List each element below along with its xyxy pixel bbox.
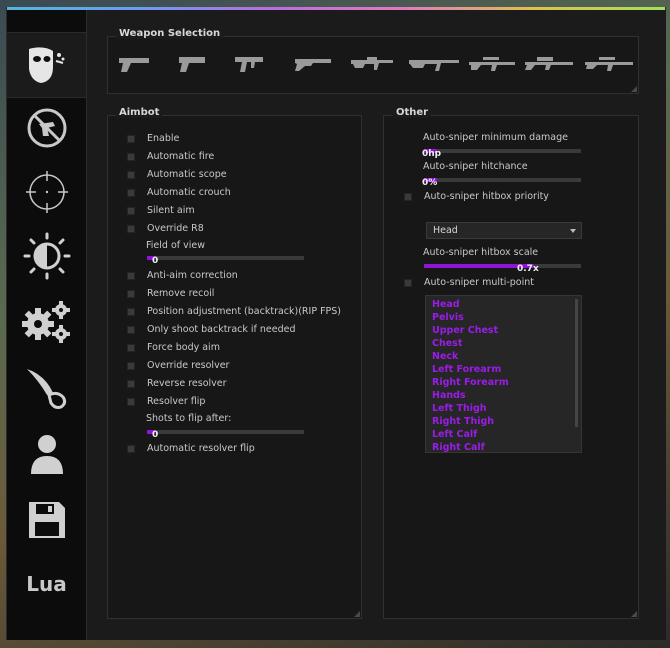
masked-face-icon: [29, 47, 65, 83]
shotgun-icon: [295, 59, 331, 71]
list-scrollbar[interactable]: [575, 299, 578, 427]
knife-icon: [26, 369, 66, 409]
list-item[interactable]: Neck: [432, 351, 458, 362]
list-item[interactable]: Pelvis: [432, 312, 464, 323]
smg-icon: [235, 57, 263, 72]
aimbot-panel: [107, 115, 362, 619]
pistol-icon: [119, 58, 149, 72]
list-item[interactable]: Head: [432, 299, 460, 310]
resize-grip-icon[interactable]: [631, 86, 637, 92]
hitchance-value: 0%: [422, 178, 438, 188]
auto-sniper-icon: [469, 57, 515, 71]
weapon-pistol[interactable]: [116, 50, 154, 78]
user-icon: [30, 435, 63, 474]
ak-rifle-icon: [409, 60, 459, 71]
list-item[interactable]: Right Forearm: [432, 377, 509, 388]
crosshair-icon: [25, 171, 68, 213]
no-shooting-icon: [27, 108, 66, 148]
hitbox-scale-slider[interactable]: [424, 264, 581, 268]
hitchance-slider[interactable]: [424, 178, 581, 182]
resize-grip-icon[interactable]: [631, 611, 637, 617]
fov-slider[interactable]: [147, 256, 304, 260]
fov-value: 0: [152, 256, 159, 266]
multi-point-hitbox-list[interactable]: Head Pelvis Upper Chest Chest Neck Left …: [425, 295, 582, 453]
list-item[interactable]: Right Calf: [432, 442, 485, 452]
lua-label: Lua: [26, 572, 67, 596]
list-item[interactable]: Left Thigh: [432, 403, 487, 414]
weapon-auto-sniper[interactable]: [466, 50, 518, 78]
list-item[interactable]: Left Calf: [432, 429, 477, 440]
rifle-icon: [351, 57, 393, 70]
hitchance-label: Auto-sniper hitchance: [423, 161, 528, 172]
weapon-shotgun[interactable]: [292, 50, 334, 78]
heavy-pistol-icon: [179, 57, 205, 72]
players-tab[interactable]: [7, 422, 86, 486]
list-item[interactable]: Right Thigh: [432, 416, 494, 427]
resize-grip-icon[interactable]: [354, 611, 360, 617]
min-damage-value: 0hp: [422, 149, 442, 159]
config-tab[interactable]: [7, 488, 86, 552]
sidebar: Lua: [7, 10, 87, 640]
flip-value: 0: [152, 430, 159, 440]
skins-tab[interactable]: [7, 356, 86, 420]
list-item[interactable]: Hands: [432, 390, 466, 401]
weapon-selection-title: Weapon Selection: [116, 28, 224, 39]
hitbox-priority-select[interactable]: Head: [426, 222, 582, 239]
hitbox-scale-value: 0.7x: [517, 264, 539, 274]
list-item[interactable]: Left Forearm: [432, 364, 501, 375]
brightness-icon: [23, 232, 70, 280]
weapon-ak-rifle[interactable]: [406, 50, 462, 78]
hitbox-priority-select-value: Head: [433, 225, 458, 236]
lua-tab[interactable]: Lua: [7, 552, 86, 616]
flip-label: Shots to flip after:: [146, 413, 232, 424]
hitbox-scale-label: Auto-sniper hitbox scale: [423, 247, 539, 258]
weapon-rifle[interactable]: [348, 50, 396, 78]
anti-aim-tab[interactable]: [7, 96, 86, 160]
min-damage-label: Auto-sniper minimum damage: [423, 132, 568, 143]
flip-slider[interactable]: [147, 430, 304, 434]
list-item[interactable]: Upper Chest: [432, 325, 498, 336]
legit-tab[interactable]: [7, 160, 86, 224]
save-icon: [28, 502, 65, 538]
weapon-awp[interactable]: [522, 50, 576, 78]
awp-icon: [525, 57, 573, 70]
scout-icon: [585, 57, 633, 71]
list-item[interactable]: Chest: [432, 338, 462, 349]
weapon-scout[interactable]: [582, 50, 636, 78]
aimbot-title: Aimbot: [116, 107, 163, 118]
weapon-heavy-pistol[interactable]: [176, 50, 208, 78]
min-damage-slider[interactable]: [424, 149, 581, 153]
weapon-smg[interactable]: [232, 50, 266, 78]
fov-label: Field of view: [146, 240, 205, 251]
other-title: Other: [393, 107, 432, 118]
visuals-tab[interactable]: [7, 224, 86, 288]
gears-icon: [21, 301, 70, 343]
rage-tab[interactable]: [7, 32, 87, 98]
misc-tab[interactable]: [7, 290, 86, 354]
chevron-down-icon: [570, 229, 576, 233]
